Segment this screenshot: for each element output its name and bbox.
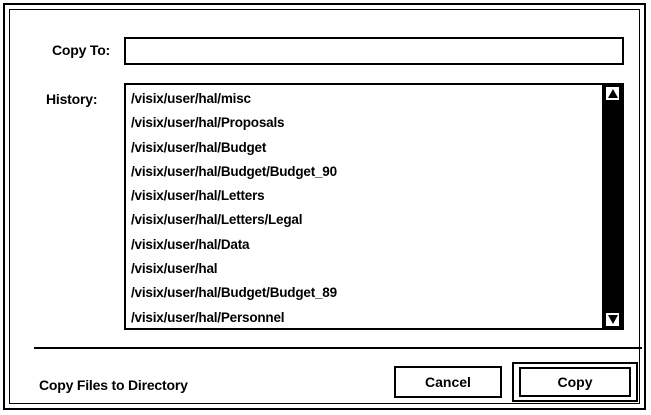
history-item[interactable]: /visix/user/hal/Letters <box>126 184 602 208</box>
copy-button[interactable]: Copy <box>519 367 631 397</box>
history-items: /visix/user/hal/misc /visix/user/hal/Pro… <box>126 85 602 328</box>
scroll-down-button[interactable] <box>605 312 620 327</box>
history-item[interactable]: /visix/user/hal/Budget/Budget_90 <box>126 160 602 184</box>
history-item[interactable]: /visix/user/hal/Budget/Budget_89 <box>126 281 602 305</box>
history-item[interactable]: /visix/user/hal/Budget <box>126 136 602 160</box>
history-item[interactable]: /visix/user/hal/Personnel <box>126 306 602 330</box>
history-item[interactable]: /visix/user/hal/Proposals <box>126 111 602 135</box>
history-item[interactable]: /visix/user/hal <box>126 257 602 281</box>
copy-to-input[interactable] <box>124 37 624 65</box>
default-button-frame: Copy <box>512 362 638 402</box>
history-scrollbar[interactable] <box>602 85 622 328</box>
scroll-up-button[interactable] <box>605 86 620 101</box>
history-item[interactable]: /visix/user/hal/Letters/Legal <box>126 208 602 232</box>
copy-to-label: Copy To: <box>52 42 111 58</box>
history-label: History: <box>46 91 98 107</box>
history-item[interactable]: /visix/user/hal/misc <box>126 87 602 111</box>
status-text: Copy Files to Directory <box>39 377 188 393</box>
scroll-thumb[interactable] <box>605 102 620 311</box>
triangle-down-icon <box>607 315 618 324</box>
triangle-up-icon <box>607 89 618 98</box>
divider <box>34 347 642 349</box>
history-item[interactable]: /visix/user/hal/Data <box>126 233 602 257</box>
history-list[interactable]: /visix/user/hal/misc /visix/user/hal/Pro… <box>124 83 624 330</box>
cancel-button[interactable]: Cancel <box>394 366 502 398</box>
